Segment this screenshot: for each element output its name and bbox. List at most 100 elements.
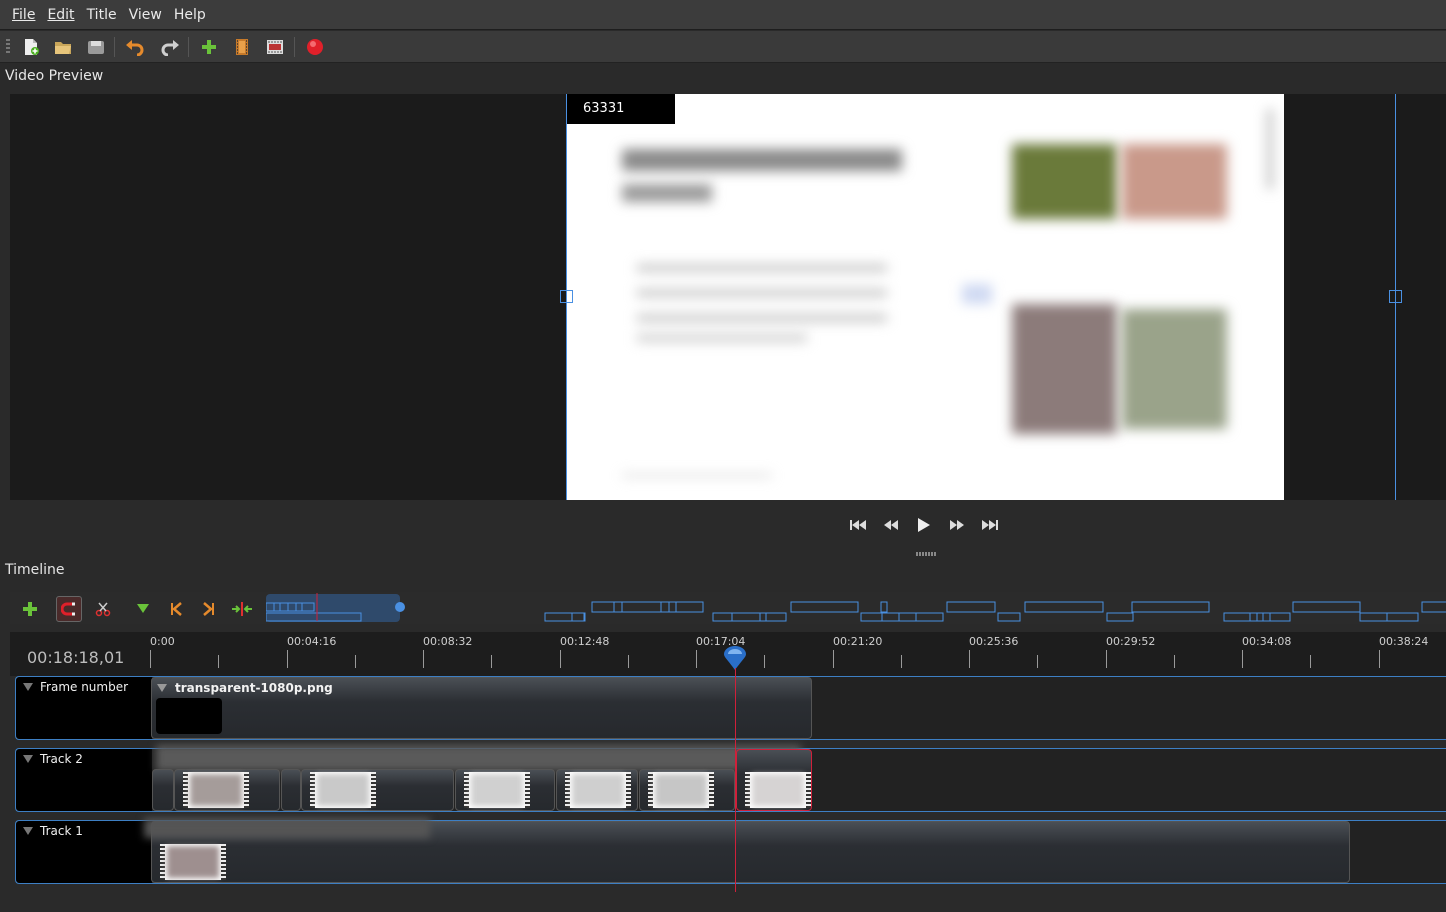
- clip-thumbnail: [183, 772, 249, 808]
- add-marker-icon[interactable]: [130, 596, 156, 622]
- blurred-photo-2: [1122, 144, 1227, 219]
- jump-start-icon[interactable]: [847, 514, 869, 536]
- menu-edit[interactable]: Edit: [41, 0, 80, 30]
- main-toolbar: [0, 31, 1446, 63]
- ruler-tick-minor: [628, 655, 629, 668]
- timeline-minimap[interactable]: [265, 593, 1446, 623]
- ruler-tick-label: 00:25:36: [969, 635, 1019, 648]
- redo-icon[interactable]: [159, 36, 181, 58]
- blurred-text-2: [637, 289, 887, 297]
- center-playhead-icon[interactable]: [229, 596, 255, 622]
- ruler-tick-label: 00:08:32: [423, 635, 473, 648]
- clip-thumbnail: [464, 772, 530, 808]
- add-track-icon[interactable]: [17, 596, 43, 622]
- track-menu-icon[interactable]: [23, 755, 33, 763]
- blurred-text-1: [637, 264, 887, 272]
- fullscreen-icon[interactable]: [264, 36, 286, 58]
- ruler-tick-label: 0:00: [150, 635, 175, 648]
- resize-handle-left[interactable]: [560, 290, 573, 303]
- menu-bar: File Edit Title View Help: [0, 0, 1446, 30]
- blurred-heading: [622, 149, 902, 171]
- fast-forward-icon[interactable]: [946, 514, 968, 536]
- clip-thumbnail: [310, 772, 376, 808]
- rewind-icon[interactable]: [880, 514, 902, 536]
- blurred-text-3: [637, 314, 887, 322]
- track-name: Track 1: [40, 824, 83, 838]
- ruler-tick-major: [423, 650, 424, 668]
- clip-1[interactable]: [152, 769, 174, 811]
- clip-selected[interactable]: [736, 749, 812, 811]
- next-marker-icon[interactable]: [196, 596, 222, 622]
- clip-background[interactable]: [144, 818, 1350, 883]
- ruler-tick-major: [287, 650, 288, 668]
- clip-thumbnail: [648, 772, 714, 808]
- track-1[interactable]: Track 1: [15, 818, 1446, 884]
- track-name: Frame number: [40, 680, 129, 694]
- blurred-heading-line: [622, 184, 712, 202]
- toolbar-grip[interactable]: [6, 39, 10, 55]
- clip-7[interactable]: [639, 769, 735, 811]
- menu-help[interactable]: Help: [168, 0, 212, 30]
- clip-thumbnail: [565, 772, 631, 808]
- menu-view[interactable]: View: [123, 0, 168, 30]
- blurred-accent: [962, 284, 992, 304]
- ruler-tick-label: 00:29:52: [1106, 635, 1156, 648]
- current-timecode: 00:18:18,01: [27, 648, 125, 667]
- save-project-icon[interactable]: [85, 36, 107, 58]
- ruler-tick-major: [1379, 650, 1380, 668]
- splitter-handle[interactable]: [916, 552, 936, 556]
- ruler-tick-minor: [901, 655, 902, 668]
- clip-6[interactable]: [556, 769, 638, 811]
- track-menu-icon[interactable]: [23, 683, 33, 691]
- video-preview-label: Video Preview: [5, 68, 104, 84]
- import-files-icon[interactable]: [198, 36, 220, 58]
- ruler-tick-minor: [764, 655, 765, 668]
- new-project-icon[interactable]: [20, 36, 42, 58]
- ruler-tick-label: 00:21:20: [833, 635, 883, 648]
- video-frame[interactable]: 63331: [567, 94, 1284, 500]
- clip-transparent-png[interactable]: transparent-1080p.png: [151, 677, 812, 739]
- menu-title[interactable]: Title: [81, 0, 123, 30]
- track-header[interactable]: Track 2: [16, 749, 152, 811]
- blurred-clip-titles: [156, 745, 801, 771]
- clip-2[interactable]: [174, 769, 280, 811]
- previous-marker-icon[interactable]: [163, 596, 189, 622]
- ruler-tick-major: [833, 650, 834, 668]
- clip-menu-icon[interactable]: [157, 684, 167, 692]
- ruler-tick-major: [1106, 650, 1107, 668]
- ruler-tick-minor: [355, 655, 356, 668]
- razor-icon[interactable]: [90, 596, 116, 622]
- open-project-icon[interactable]: [52, 36, 74, 58]
- ruler-tick-major: [1242, 650, 1243, 668]
- profile-icon[interactable]: [231, 36, 253, 58]
- track-name: Track 2: [40, 752, 83, 766]
- clip-3[interactable]: [281, 769, 301, 811]
- blurred-footer: [622, 474, 772, 477]
- clip-thumbnail: [160, 844, 226, 880]
- jump-end-icon[interactable]: [979, 514, 1001, 536]
- ruler-tick-minor: [1174, 655, 1175, 668]
- track-header[interactable]: Frame number: [16, 677, 152, 739]
- timeline-label: Timeline: [5, 562, 65, 578]
- ruler-tick-major: [560, 650, 561, 668]
- export-video-icon[interactable]: [304, 36, 326, 58]
- track-2[interactable]: Track 2: [15, 745, 1446, 812]
- blurred-photo-3: [1012, 304, 1117, 434]
- ruler-tick-label: 00:34:08: [1242, 635, 1292, 648]
- ruler-tick-major: [969, 650, 970, 668]
- play-icon[interactable]: [912, 514, 934, 536]
- resize-handle-right[interactable]: [1389, 290, 1402, 303]
- snapping-icon[interactable]: [56, 596, 82, 622]
- undo-icon[interactable]: [124, 36, 146, 58]
- clip-5[interactable]: [455, 769, 555, 811]
- blurred-photo-4: [1122, 309, 1227, 429]
- clip-4[interactable]: [301, 769, 454, 811]
- track-header[interactable]: Track 1: [16, 821, 152, 883]
- blurred-clip-title: [144, 818, 430, 838]
- track-frame-number[interactable]: Frame number transparent-1080p.png: [15, 676, 1446, 740]
- track-menu-icon[interactable]: [23, 827, 33, 835]
- menu-file[interactable]: File: [6, 0, 41, 30]
- clip-thumbnail: [745, 772, 811, 808]
- blurred-photo-1: [1012, 144, 1117, 219]
- ruler-tick-label: 00:04:16: [287, 635, 337, 648]
